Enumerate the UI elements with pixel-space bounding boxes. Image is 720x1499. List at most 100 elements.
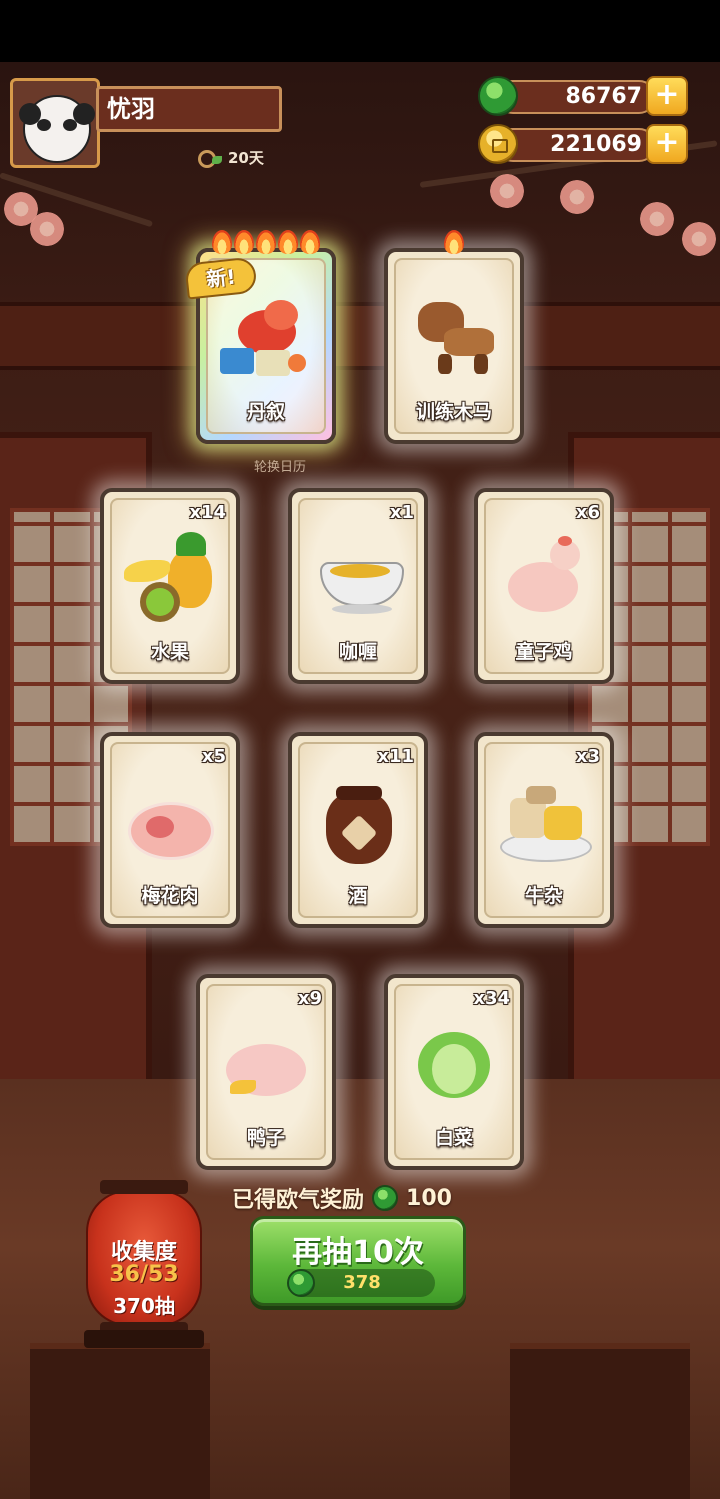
lantern-cap [100, 1180, 188, 1194]
card-label: 水果 [150, 641, 189, 663]
jade-amount: 86767 [496, 80, 656, 114]
book-shape [220, 348, 254, 374]
card-count: x11 [377, 746, 414, 767]
scroll-shape [256, 350, 290, 376]
add-jade-button[interactable]: + [646, 76, 688, 116]
fruit-shape [288, 354, 306, 372]
wooden-horse-art [408, 292, 500, 384]
duck-art [220, 1018, 312, 1110]
panda-eye [37, 119, 51, 131]
log-body-shape [444, 328, 494, 356]
cabbage-art [408, 1018, 500, 1110]
offal-piece-shape [526, 786, 556, 804]
panda-eye [63, 119, 77, 131]
draw-ten-button[interactable]: 再抽10次 378 [250, 1216, 466, 1306]
card-label: 训练木马 [415, 401, 492, 423]
card-label: 牛杂 [524, 885, 563, 907]
blossom [490, 174, 524, 208]
sprout-key-icon [196, 146, 222, 168]
flame-icon [256, 230, 276, 254]
cabbage-heart-shape [432, 1044, 476, 1094]
card-training-horse[interactable]: 训练木马 [384, 230, 524, 444]
rarity-flames [388, 230, 520, 258]
player-name: 忧羽 [96, 86, 282, 132]
collection-draws: 370抽 [113, 1294, 175, 1318]
panda-face [19, 95, 95, 163]
tripe-shape [510, 798, 546, 838]
card-count: x6 [575, 502, 600, 523]
card-count: x34 [473, 988, 510, 1009]
player-avatar[interactable] [10, 78, 100, 168]
card-label: 丹叙 [246, 401, 285, 423]
fence-left [30, 1343, 210, 1499]
meat-center-shape [146, 816, 174, 838]
add-coins-button[interactable]: + [646, 124, 688, 164]
card-wine[interactable]: x11 酒 [288, 732, 428, 928]
coin-icon [478, 124, 518, 164]
card-cabbage[interactable]: x34 白菜 [384, 974, 524, 1170]
blossom [640, 202, 674, 236]
card-count: x5 [201, 746, 226, 767]
card-danxu[interactable]: 新! 丹叙 [184, 230, 336, 444]
plate-shape [332, 604, 392, 614]
duck-beak-shape [230, 1080, 256, 1094]
card-label: 童子鸡 [515, 641, 573, 663]
card-label: 白菜 [434, 1127, 473, 1149]
card-beef-offal[interactable]: x3 牛杂 [474, 732, 614, 928]
chicken-art [498, 532, 590, 624]
coin-currency: 221069 + [478, 124, 688, 164]
fence-right [510, 1343, 690, 1499]
flame-icon [234, 230, 254, 254]
blossom [30, 212, 64, 246]
rarity-flames [200, 230, 332, 258]
wine-jar-art [312, 776, 404, 868]
card-count: x1 [389, 502, 414, 523]
card-count: x14 [189, 502, 226, 523]
lucky-reward-line: 已得欧气奖励 100 [232, 1182, 492, 1214]
curry-art [312, 532, 404, 624]
card-label: 梅花肉 [141, 885, 199, 907]
card-duck[interactable]: x9 鸭子 [196, 974, 336, 1170]
honeycomb-shape [544, 806, 582, 840]
kiwi-flesh-shape [146, 588, 174, 616]
card-pork-shoulder[interactable]: x5 梅花肉 [100, 732, 240, 928]
flame-icon [444, 230, 464, 254]
fruit-art [124, 532, 216, 624]
ceiling-beam [0, 302, 720, 370]
card-count: x9 [297, 988, 322, 1009]
card-label: 鸭子 [246, 1127, 285, 1149]
lantern-stand [84, 1330, 204, 1348]
jade-icon [478, 76, 518, 116]
card-spring-chicken[interactable]: x6 童子鸡 [474, 488, 614, 684]
card-count: x3 [575, 746, 600, 767]
pineapple-leaves-shape [176, 532, 206, 556]
reward-value: 100 [406, 1185, 452, 1211]
beef-offal-art [498, 776, 592, 868]
banana-shape [124, 560, 170, 582]
leg-shape [438, 354, 452, 374]
blossom [682, 222, 716, 256]
curry-sauce-shape [330, 564, 390, 578]
rotation-calendar-label[interactable]: 轮换日历 [230, 456, 330, 475]
card-label: 咖喱 [338, 641, 377, 663]
jade-currency: 86767 + [478, 76, 688, 116]
pork-art [124, 776, 216, 868]
chicken-comb-shape [558, 536, 572, 546]
days-value: 20天 [228, 148, 264, 167]
flame-icon [278, 230, 298, 254]
card-label: 酒 [348, 885, 368, 907]
jar-lid-shape [336, 786, 382, 800]
creature-head-shape [264, 300, 298, 330]
card-fruit[interactable]: x14 水果 [100, 488, 240, 684]
jade-icon [372, 1185, 399, 1211]
danxu-art [220, 292, 312, 384]
flame-icon [300, 230, 320, 254]
flame-icon [212, 230, 232, 254]
draw-button-label: 再抽10次 [292, 1235, 424, 1270]
days-counter: 20天 [196, 146, 264, 168]
collection-lantern[interactable]: 收集度 36/53 370抽 [86, 1180, 202, 1336]
reward-label: 已得欧气奖励 [232, 1188, 365, 1213]
card-curry[interactable]: x1 咖喱 [288, 488, 428, 684]
leg-shape [474, 354, 488, 374]
coin-amount: 221069 [496, 128, 656, 162]
